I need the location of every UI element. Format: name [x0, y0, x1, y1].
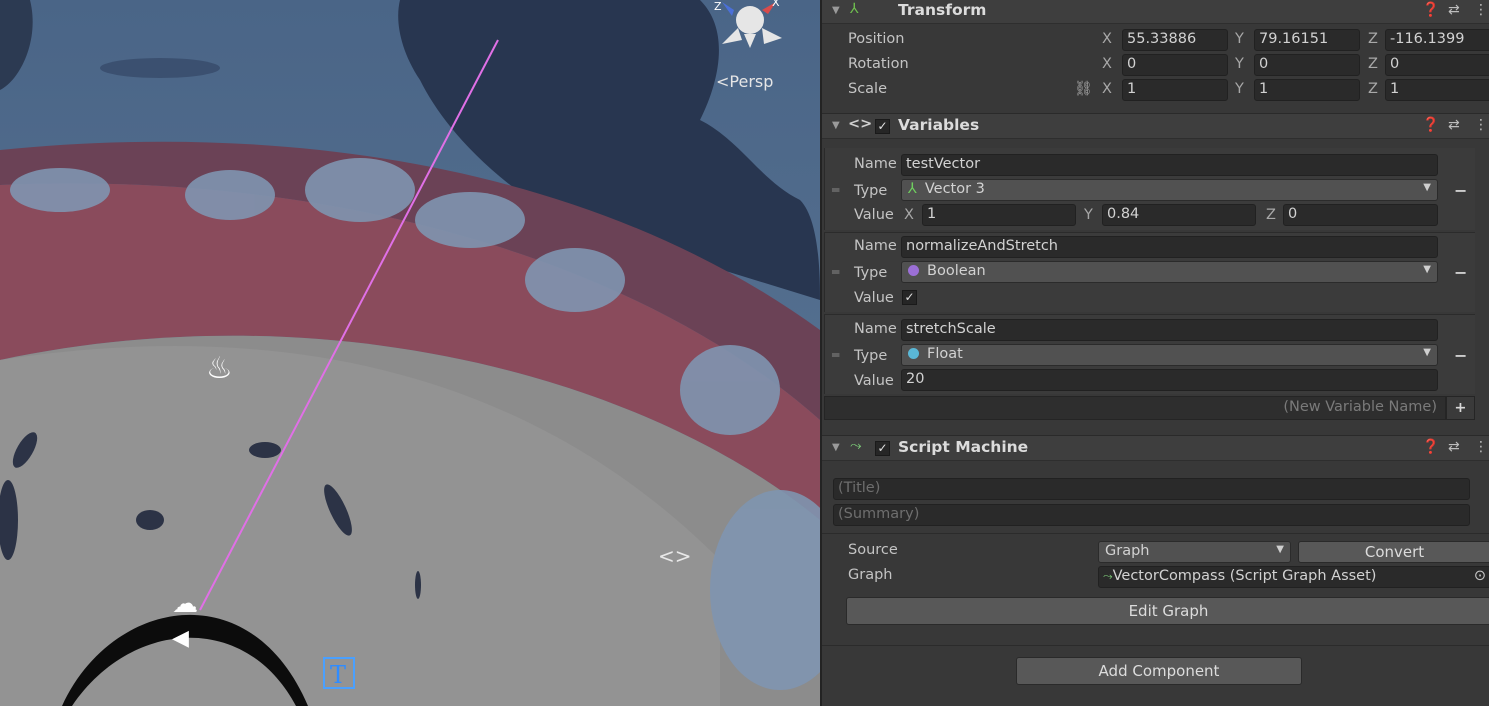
remove-variable-button[interactable]: − [1454, 263, 1467, 282]
caret-down-icon: ▼ [1423, 264, 1431, 275]
kebab-menu-icon[interactable]: ⋮ [1474, 439, 1488, 455]
script-machine-enabled-checkbox[interactable]: ✓ [875, 441, 890, 456]
script-graph-icon: ⤳ [850, 438, 862, 454]
drag-handle-icon[interactable]: ═ [832, 348, 839, 362]
value-field[interactable]: 20 [901, 369, 1438, 391]
divider [822, 533, 1489, 534]
preset-icon[interactable]: ⇄ [1448, 117, 1460, 133]
variable-name-field[interactable]: testVector [901, 154, 1438, 176]
edit-graph-button[interactable]: Edit Graph [846, 597, 1489, 625]
position-y-field[interactable]: 79.16151 [1254, 29, 1360, 51]
fold-arrow-icon[interactable]: ▼ [832, 442, 840, 453]
caret-down-icon: ▼ [1276, 544, 1284, 555]
value-z-field[interactable]: 0 [1283, 204, 1438, 226]
graph-title-field[interactable]: (Title) [833, 478, 1470, 500]
vector3-icon: ⅄ [908, 181, 917, 197]
add-component-button[interactable]: Add Component [1016, 657, 1302, 685]
value-checkbox[interactable]: ✓ [902, 290, 917, 305]
caret-down-icon: ▼ [1423, 182, 1431, 193]
caret-down-icon: ▼ [1423, 347, 1431, 358]
variable-name-field[interactable]: normalizeAndStretch [901, 236, 1438, 258]
source-label: Source [848, 542, 898, 558]
svg-text:<>: <> [658, 544, 692, 568]
float-type-icon [908, 348, 919, 359]
view-mode-label[interactable]: <Persp [716, 72, 773, 91]
svg-text:Z: Z [714, 0, 722, 13]
scale-x-field[interactable]: 1 [1122, 79, 1228, 101]
inspector-panel: ▼ ⅄ Transform ❓ ⇄ ⋮ Position X 55.33886 … [820, 0, 1489, 706]
svg-text:T: T [330, 661, 346, 689]
scale-label: Scale [848, 81, 888, 97]
scene-view[interactable]: ♨ ☁ ◀ <> T Z X <Persp [0, 0, 820, 706]
variable-type-dropdown[interactable]: Float ▼ [901, 344, 1438, 366]
graph-summary-field[interactable]: (Summary) [833, 504, 1470, 526]
position-label: Position [848, 31, 905, 47]
position-x-field[interactable]: 55.33886 [1122, 29, 1228, 51]
help-icon[interactable]: ❓ [1422, 439, 1439, 455]
drag-handle-icon[interactable]: ═ [832, 183, 839, 197]
fold-arrow-icon[interactable]: ▼ [832, 5, 840, 16]
source-dropdown[interactable]: Graph ▼ [1098, 541, 1291, 563]
variables-header[interactable]: ▼ <> ✓ Variables ❓ ⇄ ⋮ [822, 113, 1489, 139]
kebab-menu-icon[interactable]: ⋮ [1474, 117, 1488, 133]
svg-text:X: X [772, 0, 780, 9]
scale-y-field[interactable]: 1 [1254, 79, 1360, 101]
fold-arrow-icon[interactable]: ▼ [832, 120, 840, 131]
variable-type-dropdown[interactable]: Boolean ▼ [901, 261, 1438, 283]
convert-button[interactable]: Convert [1298, 541, 1489, 563]
variable-type-dropdown[interactable]: ⅄ Vector 3 ▼ [901, 179, 1438, 201]
rotation-x-field[interactable]: 0 [1122, 54, 1228, 76]
graph-label: Graph [848, 567, 893, 583]
preset-icon[interactable]: ⇄ [1448, 2, 1460, 18]
add-variable-button[interactable]: + [1446, 396, 1475, 420]
svg-text:♨: ♨ [206, 351, 233, 386]
script-graph-asset-icon: ⤳ [1103, 569, 1113, 583]
help-icon[interactable]: ❓ [1422, 117, 1439, 133]
divider [822, 645, 1489, 646]
svg-text:◀: ◀ [172, 626, 189, 651]
scale-z-field[interactable]: 1 [1385, 79, 1489, 101]
rotation-label: Rotation [848, 56, 909, 72]
value-y-field[interactable]: 0.84 [1102, 204, 1256, 226]
graph-asset-field[interactable]: ⤳VectorCompass (Script Graph Asset) ⊙ [1098, 566, 1489, 588]
preset-icon[interactable]: ⇄ [1448, 439, 1460, 455]
help-icon[interactable]: ❓ [1422, 2, 1439, 18]
variable-name-field[interactable]: stretchScale [901, 319, 1438, 341]
chevron-left-icon: < [716, 72, 730, 91]
code-icon: <> [848, 116, 873, 132]
constrain-proportions-icon[interactable]: ⛓ [1074, 80, 1092, 97]
remove-variable-button[interactable]: − [1454, 346, 1467, 365]
remove-variable-button[interactable]: − [1454, 181, 1467, 200]
object-picker-icon[interactable]: ⊙ [1474, 568, 1486, 584]
rotation-y-field[interactable]: 0 [1254, 54, 1360, 76]
drag-handle-icon[interactable]: ═ [832, 265, 839, 279]
rotation-z-field[interactable]: 0 [1385, 54, 1489, 76]
value-x-field[interactable]: 1 [922, 204, 1076, 226]
transform-header[interactable]: ▼ ⅄ Transform ❓ ⇄ ⋮ [822, 0, 1489, 24]
variables-enabled-checkbox[interactable]: ✓ [875, 119, 890, 134]
position-z-field[interactable]: -116.1399 [1385, 29, 1489, 51]
kebab-menu-icon[interactable]: ⋮ [1474, 2, 1488, 18]
new-variable-name-field[interactable]: (New Variable Name) [824, 396, 1446, 420]
transform-icon: ⅄ [850, 1, 859, 17]
svg-text:☁: ☁ [172, 589, 198, 619]
script-machine-header[interactable]: ▼ ⤳ ✓ Script Machine ❓ ⇄ ⋮ [822, 435, 1489, 461]
boolean-type-icon [908, 265, 919, 276]
